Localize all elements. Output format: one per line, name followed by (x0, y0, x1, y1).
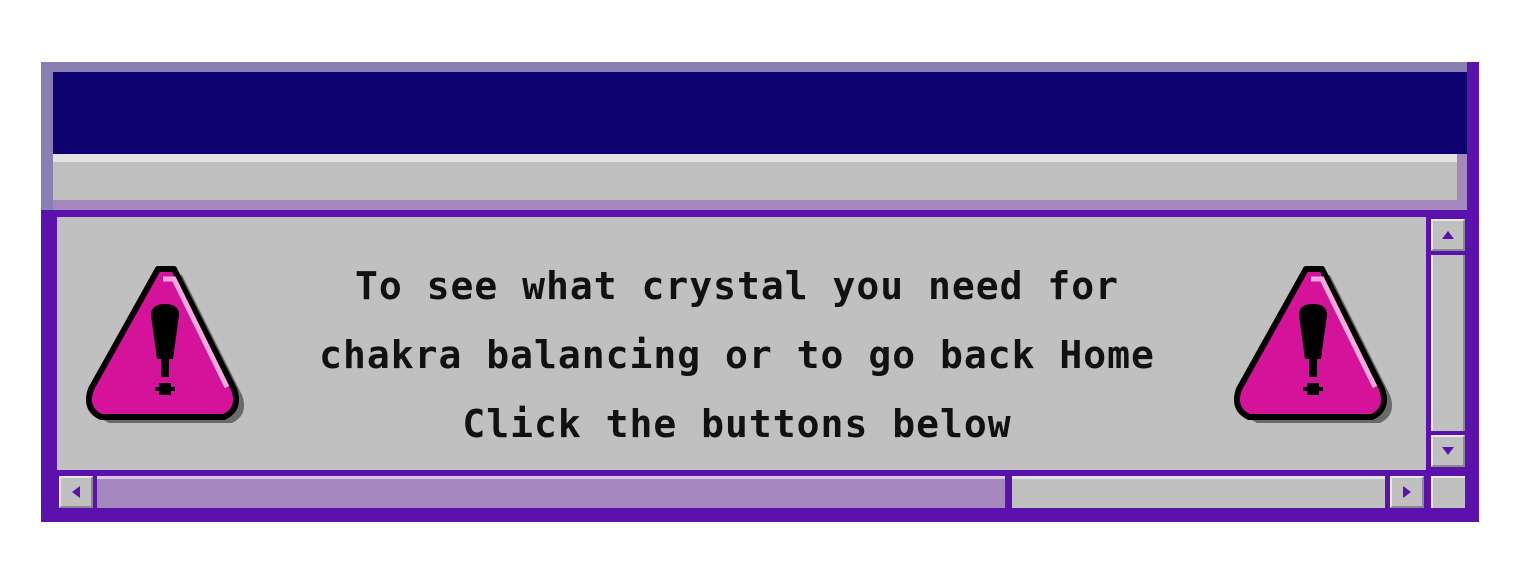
message-line-3: Click the buttons below (462, 402, 1012, 446)
scroll-left-button[interactable] (59, 476, 93, 508)
arrow-left-icon (72, 486, 80, 498)
title-bar[interactable] (53, 72, 1467, 154)
menu-bar (53, 154, 1457, 200)
warning-triangle-icon (86, 266, 245, 423)
arrow-down-icon (1442, 447, 1454, 455)
warning-triangle-icon (1234, 266, 1393, 423)
arrow-right-icon (1403, 486, 1411, 498)
dialog-window: To see what crystal you need for chakra … (41, 62, 1479, 522)
menu-bar-edge (1457, 154, 1467, 210)
vertical-scrollbar[interactable] (1431, 217, 1469, 470)
scroll-up-button[interactable] (1431, 219, 1465, 251)
horizontal-scrollbar[interactable] (57, 474, 1426, 514)
dialog-message: To see what crystal you need for chakra … (237, 252, 1237, 459)
message-panel: To see what crystal you need for chakra … (57, 217, 1426, 470)
message-line-2: chakra balancing or to go back Home (319, 333, 1155, 377)
vertical-scroll-track[interactable] (1431, 255, 1465, 431)
message-line-1: To see what crystal you need for (354, 264, 1120, 308)
scroll-down-button[interactable] (1431, 435, 1465, 467)
menu-bar-shadow (53, 200, 1467, 210)
horizontal-scroll-thumb[interactable] (97, 476, 1005, 508)
arrow-up-icon (1442, 231, 1454, 239)
scrollbar-corner (1431, 476, 1465, 508)
horizontal-scroll-track[interactable] (1012, 476, 1385, 508)
scroll-right-button[interactable] (1390, 476, 1424, 508)
